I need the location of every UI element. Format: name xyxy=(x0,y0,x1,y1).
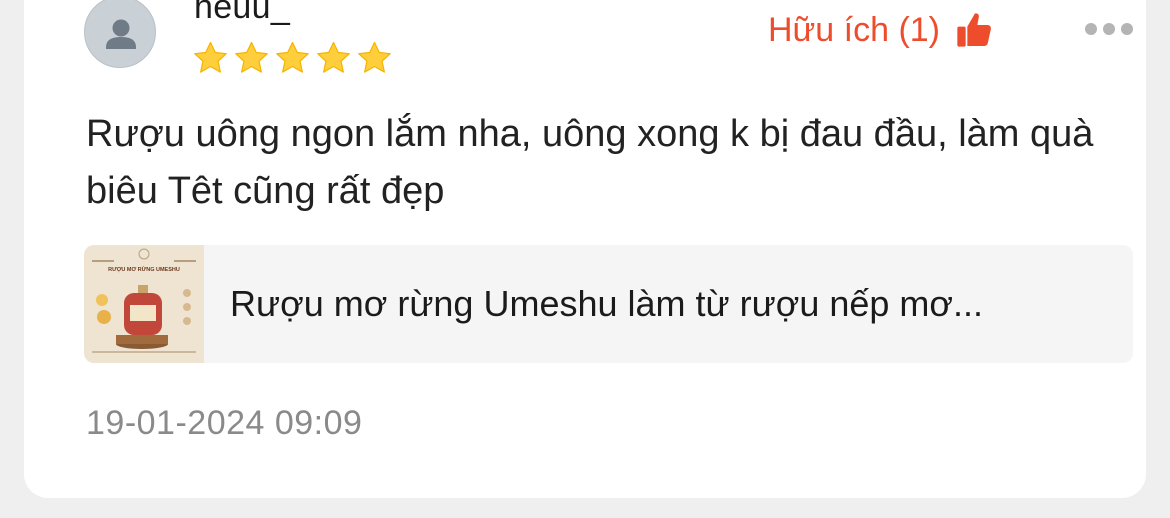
star-icon xyxy=(235,41,268,73)
star-icon xyxy=(358,41,391,73)
thumbs-up-icon xyxy=(957,13,991,47)
star-icon xyxy=(194,41,227,73)
product-link[interactable]: RƯỢU MƠ RỪNG UMESHU Rượu mơ rừng Umeshu … xyxy=(84,245,1133,363)
rating-stars xyxy=(192,40,393,77)
star-icon xyxy=(276,41,309,73)
review-card: heuu_ Hữu ích (1) Rượu uông ngon lắm nha… xyxy=(24,0,1146,498)
helpful-label: Hữu ích (1) xyxy=(767,10,940,49)
user-avatar-icon[interactable] xyxy=(84,0,156,68)
reviewer-username: heuu_ xyxy=(194,0,291,26)
star-icon xyxy=(317,41,350,73)
review-comment: Rượu uông ngon lắm nha, uông xong k bị đ… xyxy=(86,113,1094,212)
review-timestamp: 19-01-2024 09:09 xyxy=(86,404,363,442)
more-options-icon[interactable] xyxy=(1085,23,1133,35)
helpful-button[interactable]: Hữu ích (1) xyxy=(768,10,994,50)
product-thumbnail: RƯỢU MƠ RỪNG UMESHU xyxy=(84,245,204,363)
product-name: Rượu mơ rừng Umeshu làm từ rượu nếp mơ..… xyxy=(230,283,984,324)
thumbnail-title: RƯỢU MƠ RỪNG UMESHU xyxy=(108,266,180,273)
